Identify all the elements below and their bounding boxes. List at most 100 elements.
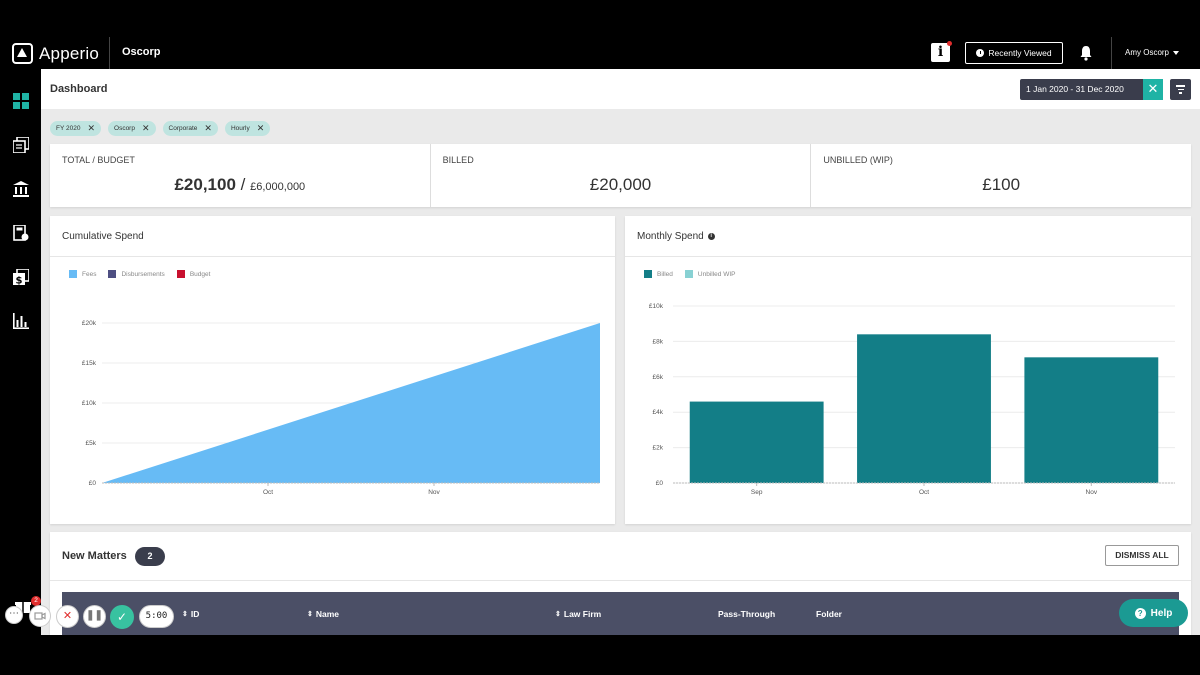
remove-filter-icon[interactable]: ✕	[142, 121, 150, 136]
kpi-unbilled: UNBILLED (WIP) £100	[811, 144, 1191, 207]
budget-calculator-icon[interactable]	[13, 225, 29, 241]
billed-bar	[1024, 357, 1159, 483]
monthly-spend-panel: Monthly Spend i Billed Unbilled WIP £0 £2…	[625, 216, 1191, 524]
invoices-icon[interactable]: $	[13, 269, 29, 285]
y-tick-label: £10k	[82, 400, 97, 407]
finish-recording-button[interactable]: ✓	[110, 605, 134, 629]
x-tick-label: Sep	[751, 489, 763, 496]
monthly-spend-chart: £0 £2k £4k £6k £8k £10k Sep Oct Nov	[649, 303, 1175, 496]
y-tick-label: £0	[656, 480, 664, 487]
column-header-pass-through: Pass-Through	[718, 609, 775, 619]
matters-icon[interactable]	[13, 137, 29, 153]
billed-bar	[857, 334, 991, 483]
recently-viewed-label: Recently Viewed	[988, 48, 1052, 58]
clear-date-button[interactable]: ✕	[1143, 79, 1163, 100]
x-tick-label: Oct	[263, 489, 273, 496]
kpi-row: TOTAL / BUDGET £20,100 / £6,000,000 BILL…	[50, 144, 1191, 207]
billed-value: £20,000	[589, 175, 652, 194]
x-tick-label: Nov	[428, 489, 440, 496]
user-menu[interactable]: Amy Oscorp	[1125, 48, 1180, 57]
sidebar: $	[0, 69, 41, 635]
budget-value: £6,000,000	[250, 181, 306, 193]
cumulative-spend-panel: Cumulative Spend Fees Disbursements Budg…	[50, 216, 615, 524]
filter-icon	[1176, 85, 1185, 96]
date-range-picker[interactable]: 1 Jan 2020 - 31 Dec 2020	[1020, 79, 1143, 100]
dashboard-icon[interactable]	[13, 93, 29, 109]
y-tick-label: £0	[89, 480, 97, 487]
apperio-logo-icon	[12, 43, 33, 64]
total-value: £20,100	[174, 175, 236, 194]
filter-chip: FY 2020 ✕	[50, 121, 102, 136]
y-tick-label: £20k	[82, 320, 97, 327]
kpi-label: UNBILLED (WIP)	[823, 155, 893, 165]
svg-text:$: $	[16, 276, 23, 286]
camera-icon	[34, 612, 46, 620]
y-tick-label: £15k	[82, 360, 97, 367]
reports-icon[interactable]	[13, 313, 29, 329]
x-tick-label: Oct	[919, 489, 929, 496]
top-divider	[109, 37, 110, 69]
filter-chips: FY 2020 ✕ Oscorp ✕ Corporate ✕ Hourly ✕	[50, 121, 271, 136]
column-header-name[interactable]: ⇕ Name	[307, 609, 339, 619]
column-label: Law Firm	[563, 609, 602, 619]
sort-icon: ⇕	[182, 611, 188, 618]
column-header-id[interactable]: ⇕ ID	[182, 609, 199, 619]
help-label: Help	[1150, 607, 1173, 619]
kpi-value: £20,100 / £6,000,000	[50, 175, 430, 195]
help-button[interactable]: ? Help	[1119, 599, 1188, 627]
kpi-label: BILLED	[442, 155, 474, 165]
column-header-folder: Folder	[816, 609, 842, 619]
new-matters-title: New Matters	[62, 550, 127, 562]
filter-button[interactable]	[1170, 79, 1191, 100]
matters-table-header: ⇕ ID ⇕ Name ⇕ Law Firm Pass-Through Fold…	[62, 592, 1179, 635]
remove-filter-icon[interactable]: ✕	[87, 121, 95, 136]
billed-bar	[689, 401, 824, 483]
main-content: Dashboard 1 Jan 2020 - 31 Dec 2020 ✕ FY …	[41, 69, 1200, 635]
panel-divider	[50, 580, 1191, 581]
law-firms-icon[interactable]	[13, 181, 29, 197]
y-tick-label: £4k	[653, 409, 664, 416]
column-header-law-firm[interactable]: ⇕ Law Firm	[555, 609, 601, 619]
top-bar: Apperio Oscorp i Recently Viewed Amy Osc…	[0, 37, 1200, 69]
chevron-down-icon	[1173, 50, 1180, 55]
filter-chip-label: Oscorp	[114, 125, 135, 132]
kpi-billed: BILLED £20,000	[431, 144, 812, 207]
total-separator: /	[240, 175, 246, 194]
y-tick-label: £8k	[653, 338, 664, 345]
dismiss-all-button[interactable]: DISMISS ALL	[1105, 545, 1179, 566]
cancel-recording-button[interactable]: ✕	[56, 605, 79, 628]
filter-chip-label: Corporate	[168, 125, 198, 132]
logo-text: Apperio	[39, 43, 99, 63]
page-header: Dashboard 1 Jan 2020 - 31 Dec 2020 ✕	[41, 69, 1200, 109]
y-tick-label: £6k	[653, 374, 664, 381]
top-divider-right	[1111, 37, 1112, 69]
remove-filter-icon[interactable]: ✕	[204, 121, 212, 136]
client-name: Oscorp	[122, 46, 161, 58]
y-tick-label: £5k	[86, 440, 97, 447]
clock-icon	[976, 49, 985, 57]
matters-count-badge: 2	[135, 547, 165, 566]
camera-button[interactable]	[29, 605, 51, 627]
remove-filter-icon[interactable]: ✕	[257, 121, 265, 136]
unbilled-value: £100	[982, 175, 1021, 194]
help-icon: ?	[1134, 607, 1146, 619]
bell-icon[interactable]	[1079, 45, 1093, 61]
x-tick-label: Nov	[1086, 489, 1098, 496]
kpi-total-budget: TOTAL / BUDGET £20,100 / £6,000,000	[50, 144, 431, 207]
notification-dot	[947, 41, 952, 46]
sort-icon: ⇕	[555, 611, 561, 618]
new-matters-panel: New Matters 2 DISMISS ALL ⇕ ID ⇕ Name ⇕ …	[50, 532, 1191, 635]
page-title: Dashboard	[50, 83, 108, 95]
app-window: Apperio Oscorp i Recently Viewed Amy Osc…	[0, 0, 1200, 675]
kpi-label: TOTAL / BUDGET	[62, 155, 135, 165]
pause-button[interactable]: ❚❚	[83, 605, 106, 628]
column-label: ID	[190, 609, 200, 619]
more-options-icon[interactable]: ⋯	[5, 606, 23, 624]
info-button[interactable]: i	[931, 43, 950, 62]
sort-icon: ⇕	[307, 611, 313, 618]
y-tick-label: £2k	[653, 445, 664, 452]
recently-viewed-button[interactable]: Recently Viewed	[965, 42, 1063, 64]
column-label: Name	[315, 609, 340, 619]
apperio-logo[interactable]: Apperio	[12, 43, 99, 64]
filter-chip: Corporate ✕	[162, 121, 218, 136]
